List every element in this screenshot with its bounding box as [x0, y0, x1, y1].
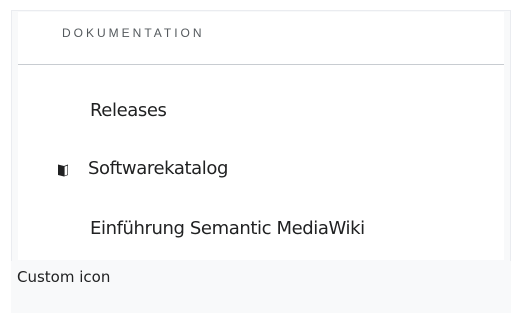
nav-item-label[interactable]: Releases [90, 100, 167, 121]
book-icon [55, 162, 71, 178]
nav-item-label[interactable]: Softwarekatalog [88, 158, 228, 179]
nav-section-heading: DOKUMENTATION [62, 26, 205, 40]
nav-divider [18, 64, 504, 65]
nav-item-label[interactable]: Einführung Semantic MediaWiki [90, 218, 365, 239]
documentation-nav-panel: DOKUMENTATION Releases Softwarekatalog E… [18, 12, 504, 260]
image-caption: Custom icon [17, 268, 111, 286]
